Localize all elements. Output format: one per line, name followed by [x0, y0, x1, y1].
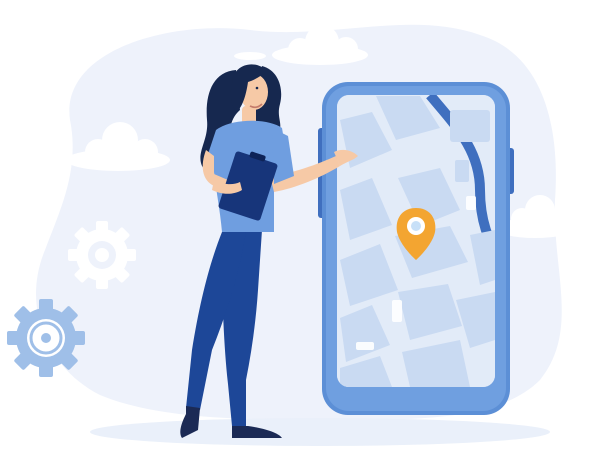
illustration — [7, 24, 575, 446]
floor-shadow — [90, 418, 550, 446]
smartphone — [318, 82, 514, 415]
